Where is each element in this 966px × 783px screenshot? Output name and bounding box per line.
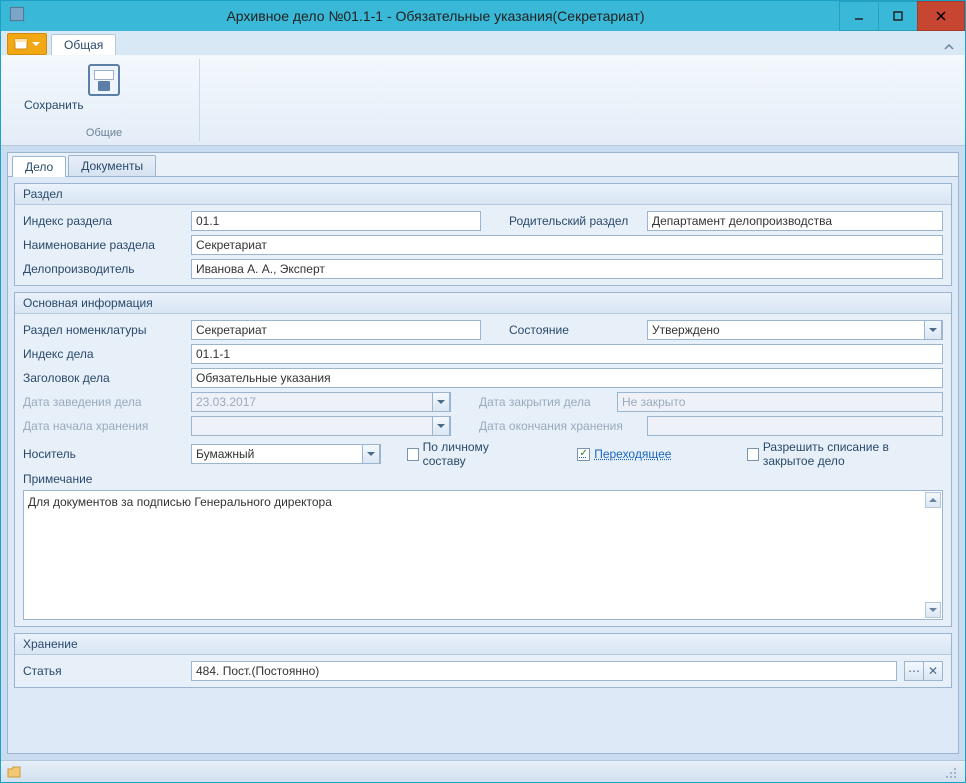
minimize-button[interactable] [839, 1, 879, 31]
panel-section-body: Индекс раздела 01.1 Родительский раздел … [15, 205, 951, 285]
save-button-label: Сохранить [24, 98, 184, 112]
app-window: Архивное дело №01.1-1 - Обязательные ука… [0, 0, 966, 783]
article-lookup-buttons: ⋯ ✕ [905, 661, 943, 681]
save-button[interactable]: Сохранить [17, 61, 191, 115]
case-title-field[interactable]: Обязательные указания [191, 368, 943, 388]
article-field[interactable]: 484. Пост.(Постоянно) [191, 661, 897, 681]
note-textarea[interactable]: Для документов за подписью Генерального … [23, 490, 943, 620]
form-container: Дело Документы Раздел Индекс раздела 01.… [7, 152, 959, 754]
ribbon-tab-general[interactable]: Общая [51, 34, 116, 55]
clerk-label: Делопроизводитель [23, 262, 183, 276]
window-title: Архивное дело №01.1-1 - Обязательные ука… [31, 8, 840, 24]
panel-storage: Хранение Статья 484. Пост.(Постоянно) ⋯ … [14, 633, 952, 688]
resize-grip[interactable] [945, 765, 959, 779]
chevron-down-icon [32, 42, 40, 46]
close-date-field: Не закрыто [617, 392, 943, 412]
maximize-button[interactable] [878, 1, 918, 31]
save-icon [88, 64, 120, 96]
section-index-field[interactable]: 01.1 [191, 211, 481, 231]
writeoff-checkbox[interactable]: Разрешить списание в закрытое дело [747, 440, 943, 468]
transitional-label: Переходящее [594, 447, 671, 461]
nomen-field[interactable]: Секретариат [191, 320, 481, 340]
personal-label: По личному составу [423, 440, 519, 468]
chevron-down-icon [924, 320, 942, 340]
carrier-value: Бумажный [196, 447, 254, 461]
ribbon-body: Сохранить Общие [1, 55, 965, 145]
chevron-down-icon [362, 444, 380, 464]
panel-section-title: Раздел [15, 184, 951, 205]
store-end-field [647, 416, 943, 436]
ribbon-group-label: Общие [86, 127, 122, 139]
ribbon-collapse-button[interactable] [941, 39, 957, 55]
panel-storage-body: Статья 484. Пост.(Постоянно) ⋯ ✕ [15, 655, 951, 687]
panel-main-title: Основная информация [15, 293, 951, 314]
open-date-field: 23.03.2017 [191, 392, 451, 412]
panel-storage-title: Хранение [15, 634, 951, 655]
form-tabrow: Дело Документы [8, 153, 958, 177]
writeoff-label: Разрешить списание в закрытое дело [763, 440, 943, 468]
tab-documents[interactable]: Документы [68, 155, 156, 176]
scroll-up-button[interactable] [925, 492, 941, 508]
section-index-label: Индекс раздела [23, 214, 183, 228]
titlebar: Архивное дело №01.1-1 - Обязательные ука… [1, 1, 965, 31]
ribbon-tabrow: Общая [1, 31, 965, 55]
panel-section: Раздел Индекс раздела 01.1 Родительский … [14, 183, 952, 286]
open-date-value: 23.03.2017 [196, 395, 256, 409]
scroll-down-button[interactable] [925, 602, 941, 618]
close-date-label: Дата закрытия дела [479, 395, 609, 409]
section-name-label: Наименование раздела [23, 238, 183, 252]
folder-icon [7, 765, 21, 779]
store-start-label: Дата начала хранения [23, 419, 183, 433]
statusbar [1, 760, 965, 782]
app-icon [7, 4, 31, 28]
chevron-down-icon [432, 416, 450, 436]
content-area: Дело Документы Раздел Индекс раздела 01.… [1, 146, 965, 760]
tab-case[interactable]: Дело [12, 156, 66, 177]
article-clear-button[interactable]: ✕ [923, 661, 943, 681]
transitional-checkbox[interactable]: Переходящее [577, 447, 671, 461]
checkbox-icon [407, 448, 418, 461]
article-label: Статья [23, 664, 183, 678]
store-start-field [191, 416, 451, 436]
personal-checkbox[interactable]: По личному составу [407, 440, 518, 468]
chevron-down-icon [432, 392, 450, 412]
store-end-label: Дата окончания хранения [479, 419, 639, 433]
ribbon: Общая Сохранить Общие [1, 31, 965, 146]
clerk-field[interactable]: Иванова А. А., Эксперт [191, 259, 943, 279]
parent-section-label: Родительский раздел [509, 214, 639, 228]
parent-section-field[interactable]: Департамент делопроизводства [647, 211, 943, 231]
nomen-label: Раздел номенклатуры [23, 323, 183, 337]
note-text: Для документов за подписью Генерального … [28, 495, 332, 509]
case-title-label: Заголовок дела [23, 371, 183, 385]
article-lookup-button[interactable]: ⋯ [904, 661, 924, 681]
form-scroll[interactable]: Раздел Индекс раздела 01.1 Родительский … [8, 177, 958, 753]
checkbox-icon [747, 448, 758, 461]
carrier-label: Носитель [23, 447, 183, 461]
carrier-dropdown[interactable]: Бумажный [191, 444, 381, 464]
ribbon-group-common: Сохранить Общие [9, 59, 200, 141]
case-index-field[interactable]: 01.1-1 [191, 344, 943, 364]
checkbox-checked-icon [577, 448, 590, 461]
panel-main: Основная информация Раздел номенклатуры … [14, 292, 952, 627]
panel-main-body: Раздел номенклатуры Секретариат Состояни… [15, 314, 951, 626]
state-value: Утверждено [652, 323, 720, 337]
file-menu-button[interactable] [7, 33, 47, 55]
section-name-field[interactable]: Секретариат [191, 235, 943, 255]
state-label: Состояние [509, 323, 639, 337]
case-index-label: Индекс дела [23, 347, 183, 361]
state-dropdown[interactable]: Утверждено [647, 320, 943, 340]
note-label: Примечание [23, 472, 943, 486]
close-button[interactable] [917, 1, 965, 31]
open-date-label: Дата заведения дела [23, 395, 183, 409]
